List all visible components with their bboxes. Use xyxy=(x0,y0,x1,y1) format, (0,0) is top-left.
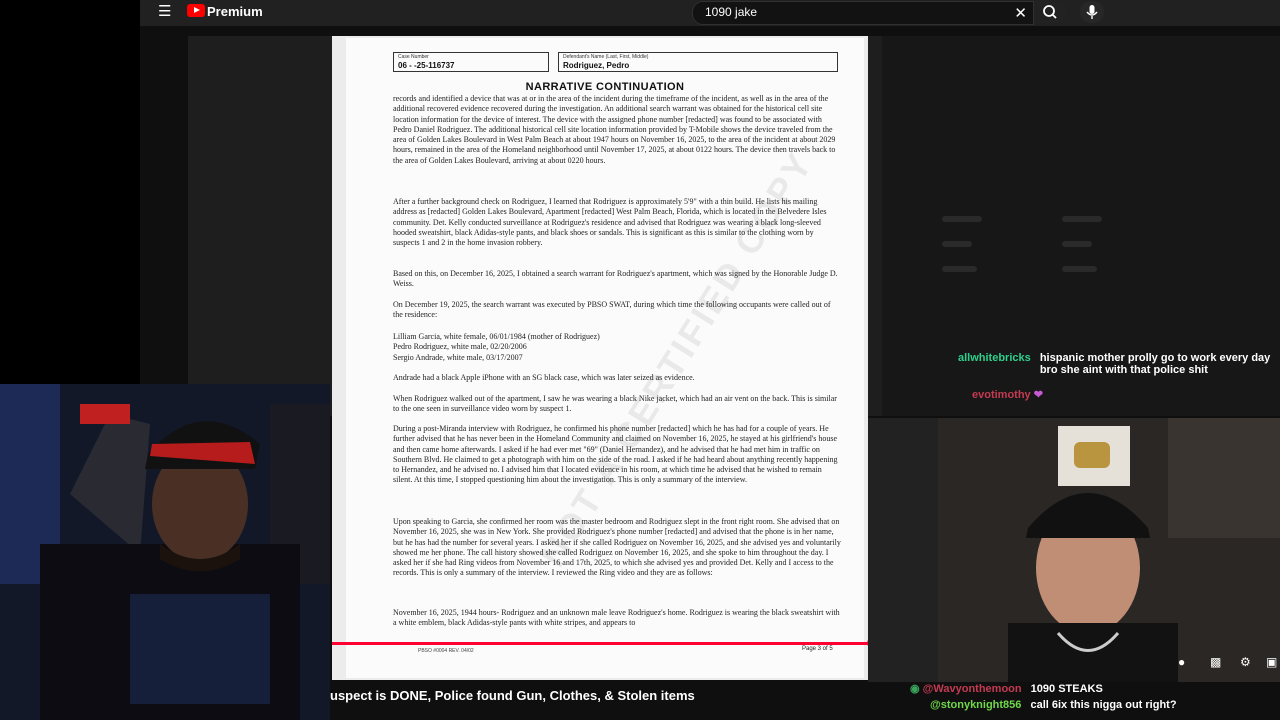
document-page: Case Number 06 - -25-116737 Defendant's … xyxy=(346,38,864,678)
narrative-paragraph: November 16, 2025, 1944 hours- Rodriguez… xyxy=(393,608,840,628)
defendant-value: Rodriguez, Pedro xyxy=(563,61,630,70)
narrative-paragraph: Andrade had a black Apple iPhone with an… xyxy=(393,373,695,382)
search-icon xyxy=(1043,5,1057,19)
narrative-paragraph: On December 19, 2025, the search warrant… xyxy=(393,300,831,320)
defendant-label: Defendant's Name (Last, First, Middle) xyxy=(563,54,649,60)
search-input[interactable]: 1090 jake ✕ xyxy=(692,1,1034,25)
chat-message: @stonyknight856 call 6ix this nigga out … xyxy=(930,699,1177,711)
chat-message: evotimothy ❤ xyxy=(972,388,1043,401)
subtitles-icon[interactable]: ▩ xyxy=(1210,655,1221,669)
chat-username: @stonyknight856 xyxy=(930,699,1022,711)
narrative-paragraph: When Rodriguez walked out of the apartme… xyxy=(393,394,837,414)
webcam-left-image xyxy=(0,384,330,720)
webcam-right-image xyxy=(868,418,1280,682)
heart-emoji-icon: ❤ xyxy=(1033,389,1043,401)
video-title[interactable]: uspect is DONE, Police found Gun, Clothe… xyxy=(330,688,695,703)
narrative-paragraph: After a further background check on Rodr… xyxy=(393,197,827,248)
brand-label: Premium xyxy=(207,4,263,19)
streamer-webcam-right xyxy=(868,418,1280,682)
chat-username: evotimothy xyxy=(972,389,1031,401)
youtube-logo-icon[interactable] xyxy=(187,4,205,17)
defendant-box: Defendant's Name (Last, First, Middle) R… xyxy=(558,52,838,72)
chat-username: allwhitebricks xyxy=(958,352,1031,364)
menu-icon[interactable]: ☰ xyxy=(158,4,172,19)
miniplayer-icon[interactable]: ▣ xyxy=(1266,655,1277,669)
page-number: Page 3 of 5 xyxy=(802,646,833,652)
form-number: PBSO #0004 REV. 04/02 xyxy=(418,648,474,654)
narrative-paragraph: Based on this, on December 16, 2025, I o… xyxy=(393,269,838,289)
narrative-paragraph: Lilliam Garcia, white female, 06/01/1984… xyxy=(393,332,600,362)
case-number-label: Case Number xyxy=(398,54,429,60)
search-button[interactable] xyxy=(1034,1,1066,23)
chat-text: 1090 STEAKS xyxy=(1030,683,1103,695)
narrative-paragraph: During a post-Miranda interview with Rod… xyxy=(393,424,838,485)
microphone-icon xyxy=(1086,5,1098,19)
streamer-webcam-left xyxy=(0,384,330,720)
search-value: 1090 jake xyxy=(705,5,758,19)
progress-fill xyxy=(332,642,873,645)
case-number-box: Case Number 06 - -25-116737 xyxy=(393,52,549,72)
voice-search-button[interactable] xyxy=(1080,1,1104,23)
autoplay-toggle-icon[interactable]: ● xyxy=(1178,655,1185,669)
settings-gear-icon[interactable]: ⚙ xyxy=(1240,655,1251,669)
chat-message: ◉ @Wavyonthemoon 1090 STEAKS xyxy=(910,683,1103,695)
chat-message: allwhitebricks hispanic mother prolly go… xyxy=(958,352,1280,376)
chat-text: hispanic mother prolly go to work every … xyxy=(1039,352,1271,376)
left-dark-area xyxy=(0,0,140,384)
clear-search-icon[interactable]: ✕ xyxy=(1014,4,1027,22)
narrative-paragraph: Upon speaking to Garcia, she confirmed h… xyxy=(393,517,841,578)
case-number-value: 06 - -25-116737 xyxy=(398,61,455,70)
narrative-paragraph: records and identified a device that was… xyxy=(393,94,836,165)
chat-text: call 6ix this nigga out right? xyxy=(1030,699,1177,711)
document-title: NARRATIVE CONTINUATION xyxy=(525,81,685,93)
chat-username: @Wavyonthemoon xyxy=(922,683,1022,695)
